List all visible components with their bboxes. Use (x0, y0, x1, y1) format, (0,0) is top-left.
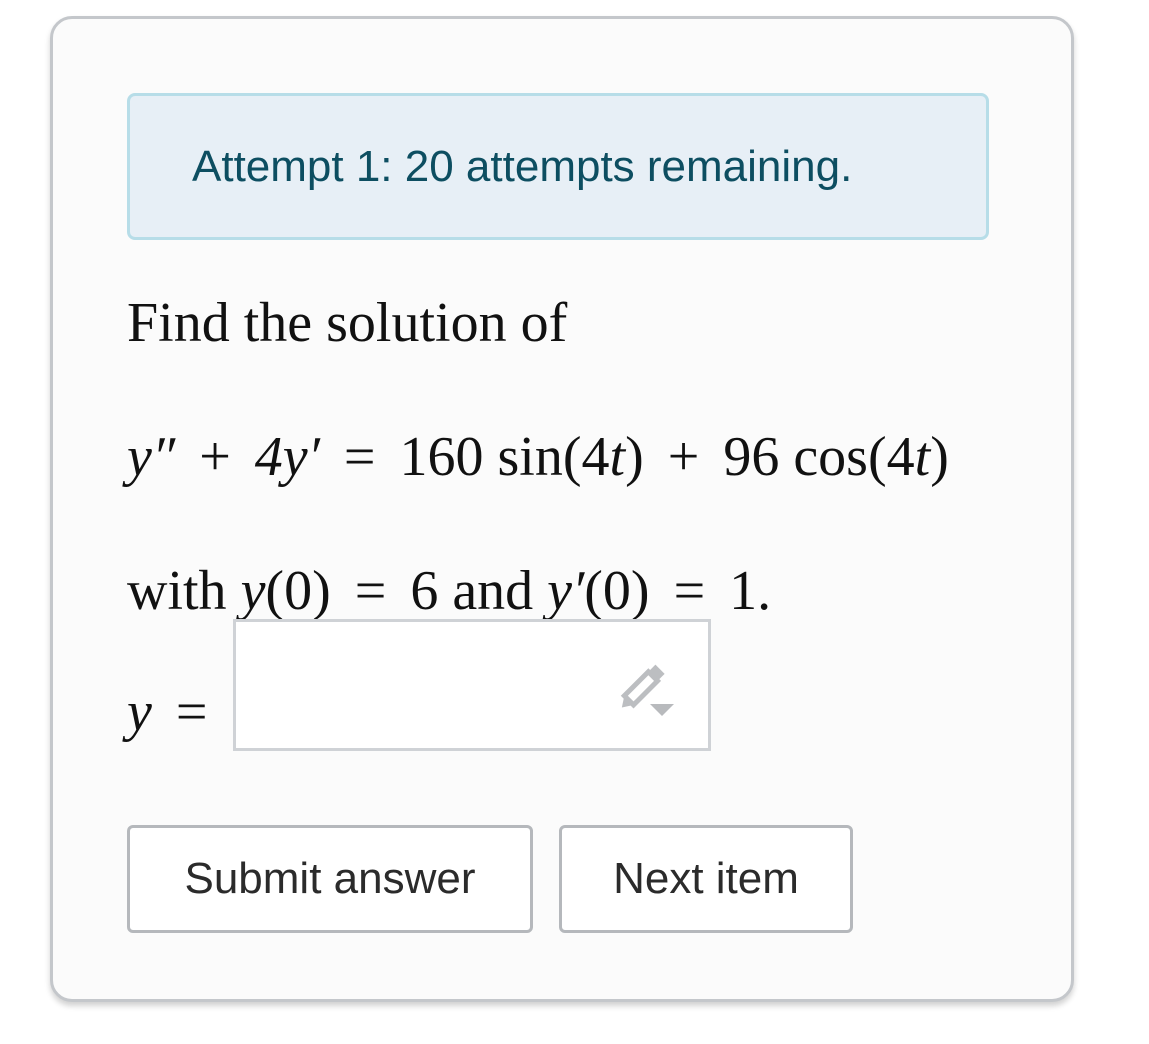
ic-and: and (452, 560, 534, 622)
prompt-text: Find the solution of (127, 292, 568, 354)
submit-answer-button[interactable]: Submit answer (127, 825, 533, 933)
eq-arg1-open: (4 (562, 426, 610, 488)
eq-coef-160: 160 (399, 426, 484, 488)
ic-equals-2: = (673, 560, 706, 622)
ic-equals-1: = (354, 560, 387, 622)
eq-arg2-var: t (914, 426, 931, 488)
ic-y-prime-value: 1. (729, 560, 772, 622)
eq-plus-1: + (199, 426, 231, 488)
next-item-label: Next item (613, 854, 799, 903)
next-item-button[interactable]: Next item (559, 825, 853, 933)
pencil-dropdown-icon[interactable] (614, 660, 678, 720)
ic-y-prime: y′ (547, 560, 585, 622)
answer-label-var: y (127, 681, 152, 743)
question-card: Attempt 1: 20 attempts remaining. Find t… (50, 16, 1074, 1002)
eq-func-sin: sin (497, 426, 563, 488)
eq-arg2-open: (4 (867, 426, 915, 488)
answer-label-equals: = (175, 681, 208, 743)
eq-func-cos: cos (793, 426, 868, 488)
answer-input[interactable] (233, 619, 711, 751)
ic-with: with (127, 560, 227, 622)
eq-term-4y-prime: 4y′ (254, 426, 320, 488)
attempts-remaining-banner: Attempt 1: 20 attempts remaining. (127, 93, 989, 240)
eq-arg1-close: ) (625, 426, 644, 488)
initial-conditions: with y(0) = 6 and y′(0) = 1. (127, 563, 771, 619)
ic-y-prime-arg: (0) (584, 560, 650, 622)
attempts-remaining-text: Attempt 1: 20 attempts remaining. (192, 141, 853, 191)
ic-y-arg: (0) (265, 560, 331, 622)
eq-plus-2: + (667, 426, 700, 488)
eq-arg1-var: t (609, 426, 626, 488)
ic-y-value: 6 (410, 560, 439, 622)
ic-y: y (240, 560, 266, 622)
eq-arg2-close: ) (930, 426, 949, 488)
eq-term-y-double-prime: y″ (127, 426, 176, 488)
eq-coef-96: 96 (723, 426, 780, 488)
differential-equation: y″ + 4y′ = 160 sin(4t) + 96 cos(4t) (127, 429, 949, 485)
answer-label: y = (127, 680, 217, 744)
eq-equals: = (343, 426, 376, 488)
submit-answer-label: Submit answer (184, 854, 476, 903)
question-prompt: Find the solution of (127, 295, 567, 351)
